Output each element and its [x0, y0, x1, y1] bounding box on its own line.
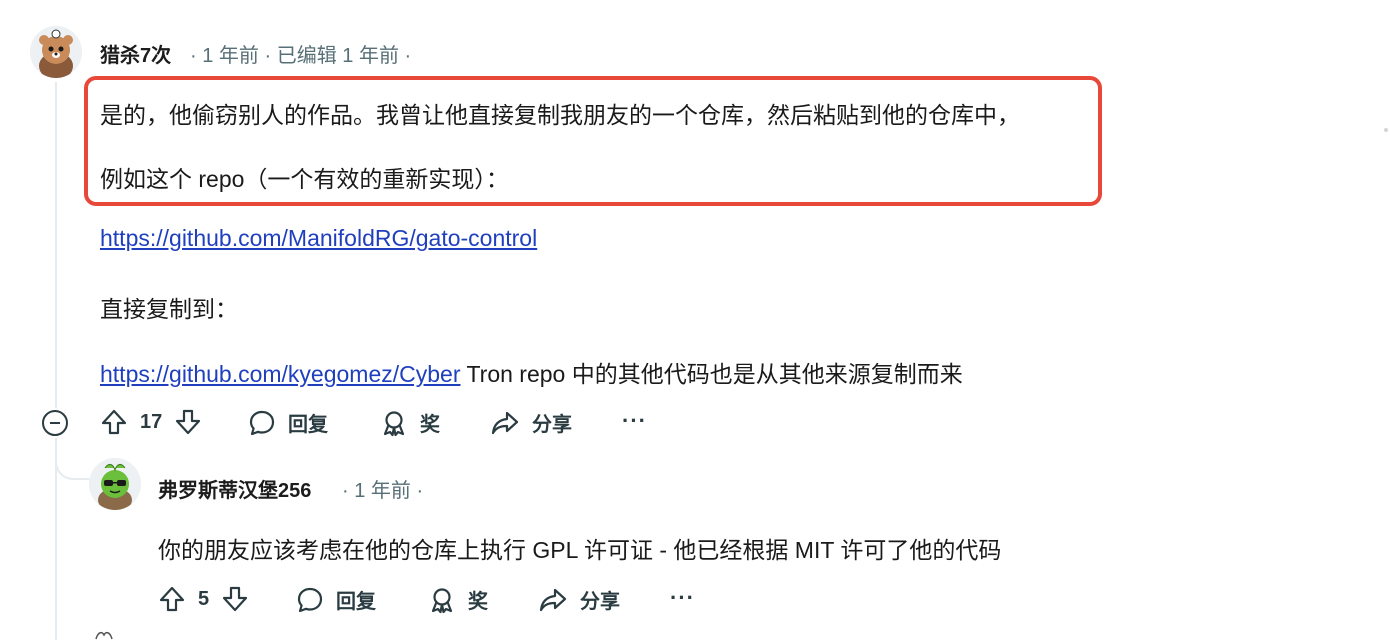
- upvote-icon[interactable]: [100, 408, 128, 436]
- comment-line-1: 是的，他偷窃别人的作品。我曾让他直接复制我朋友的一个仓库，然后粘贴到他的仓库中，: [100, 102, 1020, 128]
- avatar-snoo-icon: [30, 26, 82, 78]
- reply-text: 你的朋友应该考虑在他的仓库上执行 GPL 许可证 - 他已经根据 MIT 许可了…: [158, 537, 1002, 563]
- thread-branch: [55, 440, 93, 480]
- vote-group: 5: [158, 585, 249, 613]
- reply-age[interactable]: 1 年前: [354, 480, 411, 502]
- meta-dot: ·: [190, 45, 197, 67]
- reply-button[interactable]: 回复: [248, 408, 328, 437]
- repo-link-1[interactable]: https://github.com/ManifoldRG/gato-contr…: [100, 225, 537, 251]
- award-label: 奖: [420, 414, 440, 436]
- comment-link-2-suffix: Tron repo 中的其他代码也是从其他来源复制而来: [460, 361, 963, 387]
- comment-line-2: 例如这个 repo（一个有效的重新实现）：: [100, 166, 509, 192]
- comment-meta: · 1 年前 · 已编辑 1 年前 ·: [190, 39, 411, 68]
- reply-username[interactable]: 弗罗斯蒂汉堡256: [158, 474, 311, 503]
- more-options-button[interactable]: ···: [670, 585, 695, 611]
- comment-link-2-row: https://github.com/kyegomez/Cyber Tron r…: [100, 355, 963, 389]
- award-button[interactable]: 奖: [380, 408, 440, 437]
- vote-count: 17: [140, 410, 163, 433]
- share-icon: [539, 588, 567, 611]
- comment-link-1-row: https://github.com/ManifoldRG/gato-contr…: [100, 225, 537, 252]
- avatar[interactable]: [89, 458, 141, 510]
- downvote-icon[interactable]: [174, 408, 202, 436]
- comment-copied-to: 直接复制到：: [100, 296, 238, 322]
- repo-link-2[interactable]: https://github.com/kyegomez/Cyber: [100, 361, 461, 387]
- avatar-snoo-icon: [95, 631, 113, 640]
- share-icon: [491, 411, 519, 434]
- vote-count: 5: [198, 587, 210, 610]
- reply-meta: · 1 年前 ·: [342, 474, 423, 503]
- share-label: 分享: [532, 414, 572, 436]
- share-label: 分享: [580, 591, 620, 613]
- award-icon: [431, 587, 453, 613]
- comment-bubble-icon: [297, 587, 323, 612]
- comment-age[interactable]: 1 年前: [202, 45, 259, 67]
- meta-dot: ·: [264, 45, 272, 67]
- downvote-icon[interactable]: [221, 585, 249, 613]
- reply-label: 回复: [336, 591, 376, 613]
- comment-bubble-icon: [249, 410, 275, 435]
- award-button[interactable]: 奖: [428, 585, 488, 614]
- comment-username[interactable]: 猎杀7次: [100, 39, 171, 68]
- share-button[interactable]: 分享: [538, 585, 620, 614]
- meta-dot: ·: [404, 45, 412, 67]
- share-button[interactable]: 分享: [490, 408, 572, 437]
- comment-edited: 已编辑 1 年前: [276, 45, 399, 67]
- vote-group: 17: [100, 408, 202, 436]
- more-options-button[interactable]: ···: [622, 408, 647, 434]
- meta-dot: ·: [416, 480, 424, 502]
- thread-line: [55, 82, 57, 408]
- scrollbar-thumb[interactable]: [1384, 128, 1388, 132]
- award-label: 奖: [468, 591, 488, 613]
- next-comment-avatar-partial: [92, 628, 118, 640]
- reply-label: 回复: [288, 414, 328, 436]
- award-icon: [383, 410, 405, 436]
- meta-dot: ·: [342, 480, 349, 502]
- avatar-snoo-icon: [89, 458, 141, 510]
- collapse-thread-button[interactable]: [42, 410, 68, 436]
- avatar[interactable]: [30, 26, 82, 78]
- upvote-icon[interactable]: [158, 585, 186, 613]
- reply-button[interactable]: 回复: [296, 585, 376, 614]
